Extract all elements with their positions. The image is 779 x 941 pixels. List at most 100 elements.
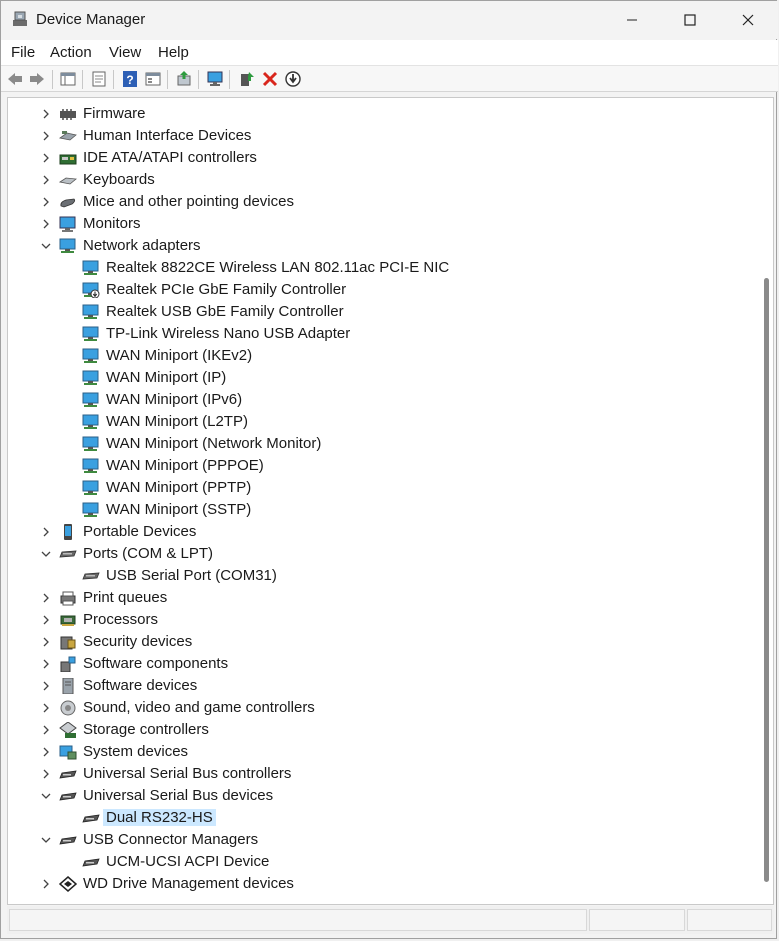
usb-connector-icon: [59, 792, 77, 801]
tree-item-label: USB Connector Managers: [83, 831, 259, 848]
menu-action[interactable]: Action: [50, 44, 92, 61]
menu-file[interactable]: File: [11, 44, 35, 61]
tree-category-row[interactable]: Network adapters: [8, 235, 748, 257]
title-bar[interactable]: Device Manager: [1, 1, 778, 39]
tree-category-row[interactable]: Storage controllers: [8, 719, 748, 741]
chevron-right-icon[interactable]: [39, 172, 53, 188]
vertical-scrollbar[interactable]: [760, 98, 773, 904]
tree-category-row[interactable]: System devices: [8, 741, 748, 763]
tree-category-row[interactable]: WD Drive Management devices: [8, 873, 748, 895]
device-properties-icon[interactable]: [90, 70, 108, 88]
chevron-right-icon[interactable]: [39, 194, 53, 210]
chevron-right-icon[interactable]: [39, 876, 53, 892]
tree-device-row[interactable]: WAN Miniport (PPTP): [8, 477, 748, 499]
tree-category-row[interactable]: Keyboards: [8, 169, 748, 191]
tree-category-row[interactable]: Security devices: [8, 631, 748, 653]
close-icon: [742, 14, 754, 26]
status-cell-secondary: [589, 909, 685, 931]
tree-category-row[interactable]: Mice and other pointing devices: [8, 191, 748, 213]
window-title: Device Manager: [36, 11, 146, 28]
chevron-down-icon[interactable]: [39, 238, 53, 254]
minimize-button[interactable]: [603, 1, 661, 39]
forward-arrow-icon[interactable]: [28, 70, 46, 88]
chevron-right-icon[interactable]: [39, 524, 53, 540]
chevron-right-icon[interactable]: [39, 656, 53, 672]
close-button[interactable]: [719, 1, 777, 39]
network-adapter-icon: [82, 458, 99, 473]
tree-item-label: System devices: [83, 743, 189, 760]
uninstall-device-icon[interactable]: [261, 70, 279, 88]
tree-category-row[interactable]: Monitors: [8, 213, 748, 235]
chevron-right-icon[interactable]: [39, 612, 53, 628]
portable-device-icon: [64, 524, 72, 540]
toolbar: ?: [1, 65, 778, 92]
maximize-button[interactable]: [661, 1, 719, 39]
tree-item-label: Human Interface Devices: [83, 127, 252, 144]
scrollbar-thumb[interactable]: [764, 278, 769, 882]
tree-category-row[interactable]: IDE ATA/ATAPI controllers: [8, 147, 748, 169]
chevron-right-icon[interactable]: [39, 766, 53, 782]
tree-device-row[interactable]: Realtek 8822CE Wireless LAN 802.11ac PCI…: [8, 257, 748, 279]
tree-device-row[interactable]: WAN Miniport (IPv6): [8, 389, 748, 411]
back-arrow-icon[interactable]: [6, 70, 24, 88]
tree-item-label: Network adapters: [83, 237, 201, 254]
tree-device-row[interactable]: WAN Miniport (Network Monitor): [8, 433, 748, 455]
chevron-right-icon[interactable]: [39, 700, 53, 716]
chevron-right-icon[interactable]: [39, 128, 53, 144]
tree-device-row[interactable]: WAN Miniport (L2TP): [8, 411, 748, 433]
chevron-right-icon[interactable]: [39, 634, 53, 650]
chevron-right-icon[interactable]: [39, 150, 53, 166]
security-device-icon: [60, 636, 76, 650]
tree-category-row[interactable]: Software components: [8, 653, 748, 675]
tree-device-row[interactable]: WAN Miniport (IKEv2): [8, 345, 748, 367]
tree-item-label: Ports (COM & LPT): [83, 545, 214, 562]
chevron-down-icon[interactable]: [39, 788, 53, 804]
port-connector-icon: [59, 550, 77, 558]
chevron-right-icon[interactable]: [39, 216, 53, 232]
download-driver-icon[interactable]: [284, 70, 302, 88]
chevron-right-icon[interactable]: [39, 678, 53, 694]
chevron-right-icon[interactable]: [39, 106, 53, 122]
scan-hardware-icon[interactable]: [206, 70, 224, 88]
tree-device-row[interactable]: TP-Link Wireless Nano USB Adapter: [8, 323, 748, 345]
tree-category-row[interactable]: Universal Serial Bus controllers: [8, 763, 748, 785]
speaker-icon: [60, 700, 76, 716]
update-driver-icon[interactable]: [175, 70, 193, 88]
device-tree[interactable]: Firmware Human Interface Devices IDE ATA/A…: [7, 97, 774, 905]
mouse-icon: [60, 198, 76, 208]
tree-category-row[interactable]: Portable Devices: [8, 521, 748, 543]
tree-category-row[interactable]: Sound, video and game controllers: [8, 697, 748, 719]
wd-drive-icon: [59, 876, 77, 892]
tree-device-row[interactable]: UCM-UCSI ACPI Device: [8, 851, 748, 873]
tree-device-row[interactable]: Dual RS232-HS: [8, 807, 748, 829]
tree-device-row[interactable]: WAN Miniport (IP): [8, 367, 748, 389]
tree-category-row[interactable]: USB Connector Managers: [8, 829, 748, 851]
tree-item-label: Mice and other pointing devices: [83, 193, 294, 210]
chevron-down-icon[interactable]: [39, 546, 53, 562]
tree-device-row[interactable]: USB Serial Port (COM31): [8, 565, 748, 587]
properties-pane-icon[interactable]: [59, 70, 77, 88]
console-tree-icon[interactable]: [144, 70, 162, 88]
tree-device-row[interactable]: Realtek USB GbE Family Controller: [8, 301, 748, 323]
tree-item-label: Firmware: [83, 105, 146, 122]
chevron-right-icon[interactable]: [39, 744, 53, 760]
tree-category-row[interactable]: Ports (COM & LPT): [8, 543, 748, 565]
tree-category-row[interactable]: Universal Serial Bus devices: [8, 785, 748, 807]
tree-category-row[interactable]: Human Interface Devices: [8, 125, 748, 147]
menu-help[interactable]: Help: [158, 44, 189, 61]
tree-category-row[interactable]: Firmware: [8, 103, 748, 125]
help-icon[interactable]: ?: [121, 70, 139, 88]
tree-category-row[interactable]: Processors: [8, 609, 748, 631]
enable-device-icon[interactable]: [237, 70, 255, 88]
tree-device-row[interactable]: WAN Miniport (PPPOE): [8, 455, 748, 477]
chevron-right-icon[interactable]: [39, 590, 53, 606]
tree-category-row[interactable]: Software devices: [8, 675, 748, 697]
tree-category-row[interactable]: Print queues: [8, 587, 748, 609]
chevron-down-icon[interactable]: [39, 832, 53, 848]
network-adapter-icon: [82, 502, 99, 517]
tree-item-label: Realtek PCIe GbE Family Controller: [106, 281, 347, 298]
tree-device-row[interactable]: Realtek PCIe GbE Family Controller: [8, 279, 748, 301]
chevron-right-icon[interactable]: [39, 722, 53, 738]
tree-device-row[interactable]: WAN Miniport (SSTP): [8, 499, 748, 521]
menu-view[interactable]: View: [109, 44, 141, 61]
